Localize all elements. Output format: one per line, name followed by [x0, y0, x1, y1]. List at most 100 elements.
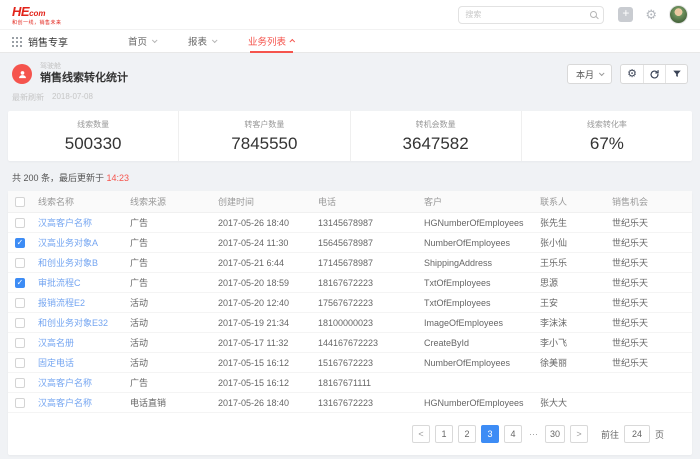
page-button-30[interactable]: 30: [545, 425, 565, 443]
row-checkbox[interactable]: [15, 298, 25, 308]
stat-customers: 转客户数量 7845550: [178, 111, 349, 161]
page-button-1[interactable]: 1: [435, 425, 453, 443]
table-row: 报销流程E2 活动 2017-05-20 12:40 17567672223 T…: [8, 293, 692, 313]
stat-label: 转机会数量: [416, 119, 456, 130]
chevron-down-icon: [212, 37, 218, 43]
logo-text: HEcom: [12, 4, 62, 20]
opportunity: 世纪乐天: [612, 276, 692, 289]
topbar: HEcom 和创一线，销售未来 + ⚙: [0, 0, 700, 30]
row-checkbox[interactable]: [15, 378, 25, 388]
lead-name-link[interactable]: 汉高客户名称: [38, 216, 130, 229]
col-opportunity: 销售机会: [612, 195, 692, 208]
workspace-title: 销售专享: [28, 34, 68, 49]
chevron-down-icon: [599, 70, 605, 76]
search-input[interactable]: [465, 10, 590, 19]
opportunity: 世纪乐天: [612, 336, 692, 349]
settings-icon[interactable]: ⚙: [621, 65, 643, 83]
phone: 18167672223: [318, 278, 424, 288]
lead-name-link[interactable]: 报销流程E2: [38, 296, 130, 309]
avatar[interactable]: [669, 5, 688, 24]
lead-source: 广告: [130, 236, 218, 249]
contact: 张小仙: [540, 236, 612, 249]
row-checkbox[interactable]: [15, 258, 25, 268]
search-icon[interactable]: [590, 11, 597, 18]
toolbar-icon-group: ⚙: [620, 64, 688, 84]
prev-page-button[interactable]: <: [412, 425, 430, 443]
lead-source: 电话直销: [130, 396, 218, 409]
refresh-icon[interactable]: [643, 65, 665, 83]
row-checkbox[interactable]: [15, 358, 25, 368]
lead-name-link[interactable]: 固定电话: [38, 356, 130, 369]
customer: HGNumberOfEmployees: [424, 398, 540, 408]
lead-name-link[interactable]: 汉高名册: [38, 336, 130, 349]
table-row: 审批流程C 广告 2017-05-20 18:59 18167672223 Tx…: [8, 273, 692, 293]
contact: 张先生: [540, 216, 612, 229]
row-checkbox[interactable]: [15, 238, 25, 248]
lead-source: 活动: [130, 356, 218, 369]
table-row: 和创业务对象B 广告 2017-05-21 6:44 17145678987 S…: [8, 253, 692, 273]
chevron-up-icon: [290, 39, 296, 45]
lead-name-link[interactable]: 和创业务对象E32: [38, 316, 130, 329]
nav-item-label: 首页: [128, 34, 147, 48]
page-button-4[interactable]: 4: [504, 425, 522, 443]
created-time: 2017-05-26 18:40: [218, 218, 318, 228]
row-checkbox[interactable]: [15, 338, 25, 348]
lead-source: 广告: [130, 376, 218, 389]
next-page-button[interactable]: >: [570, 425, 588, 443]
row-checkbox[interactable]: [15, 318, 25, 328]
contact: 李小飞: [540, 336, 612, 349]
page-button-3-active[interactable]: 3: [481, 425, 499, 443]
lead-name-link[interactable]: 汉高业务对象A: [38, 236, 130, 249]
page-button-2[interactable]: 2: [458, 425, 476, 443]
table-row: 汉高客户名称 广告 2017-05-15 16:12 18167671111: [8, 373, 692, 393]
refresh-label: 最新刷新: [12, 92, 44, 103]
contact: 王乐乐: [540, 256, 612, 269]
global-search: [458, 6, 604, 24]
stat-label: 线索数量: [77, 119, 109, 130]
add-button[interactable]: +: [618, 7, 633, 22]
stat-conversion-rate: 线索转化率 67%: [521, 111, 692, 161]
customer: TxtOfEmployees: [424, 278, 540, 288]
opportunity: 世纪乐天: [612, 216, 692, 229]
lead-source: 广告: [130, 256, 218, 269]
opportunity: 世纪乐天: [612, 296, 692, 309]
customer: NumberOfEmployees: [424, 358, 540, 368]
refresh-date: 2018-07-08: [52, 92, 93, 103]
phone: 17567672223: [318, 298, 424, 308]
stat-value: 3647582: [403, 134, 469, 154]
table-row: 固定电话 活动 2017-05-15 16:12 15167672223 Num…: [8, 353, 692, 373]
contact: 李沫沫: [540, 316, 612, 329]
refresh-info: 最新刷新 2018-07-08: [12, 92, 688, 103]
lead-name-link[interactable]: 汉高客户名称: [38, 396, 130, 409]
lead-name-link[interactable]: 审批流程C: [38, 276, 130, 289]
row-checkbox[interactable]: [15, 218, 25, 228]
summary-text: 共 200 条，最后更新于: [12, 173, 107, 183]
col-created-time: 创建时间: [218, 195, 318, 208]
nav-item-home[interactable]: 首页: [128, 30, 156, 53]
row-checkbox[interactable]: [15, 398, 25, 408]
goto-page-input[interactable]: [624, 425, 650, 443]
table-row: 汉高客户名称 电话直销 2017-05-26 18:40 13167672223…: [8, 393, 692, 413]
content: 驾驶舱 销售线索转化统计 本月 ⚙ 最新刷新 2018-07-08: [0, 53, 700, 455]
apps-grid-icon[interactable]: [12, 37, 21, 46]
phone: 18100000023: [318, 318, 424, 328]
nav-item-reports[interactable]: 报表: [188, 30, 216, 53]
page-header: 驾驶舱 销售线索转化统计 本月 ⚙: [12, 59, 688, 89]
lead-name-link[interactable]: 汉高客户名称: [38, 376, 130, 389]
gear-icon[interactable]: ⚙: [645, 8, 657, 21]
period-select[interactable]: 本月: [567, 64, 612, 84]
navbar: 销售专享 首页 报表 业务列表: [0, 30, 700, 53]
header-checkbox[interactable]: [15, 197, 25, 207]
lead-name-link[interactable]: 和创业务对象B: [38, 256, 130, 269]
phone: 144167672223: [318, 338, 424, 348]
opportunity: 世纪乐天: [612, 236, 692, 249]
logo[interactable]: HEcom 和创一线，销售未来: [12, 4, 62, 26]
contact: 徐美丽: [540, 356, 612, 369]
nav-item-business-list[interactable]: 业务列表: [248, 30, 295, 53]
filter-icon[interactable]: [665, 65, 687, 83]
contact: 王安: [540, 296, 612, 309]
lead-source: 活动: [130, 316, 218, 329]
row-checkbox[interactable]: [15, 278, 25, 288]
created-time: 2017-05-24 11:30: [218, 238, 318, 248]
nav-item-label: 报表: [188, 34, 207, 48]
